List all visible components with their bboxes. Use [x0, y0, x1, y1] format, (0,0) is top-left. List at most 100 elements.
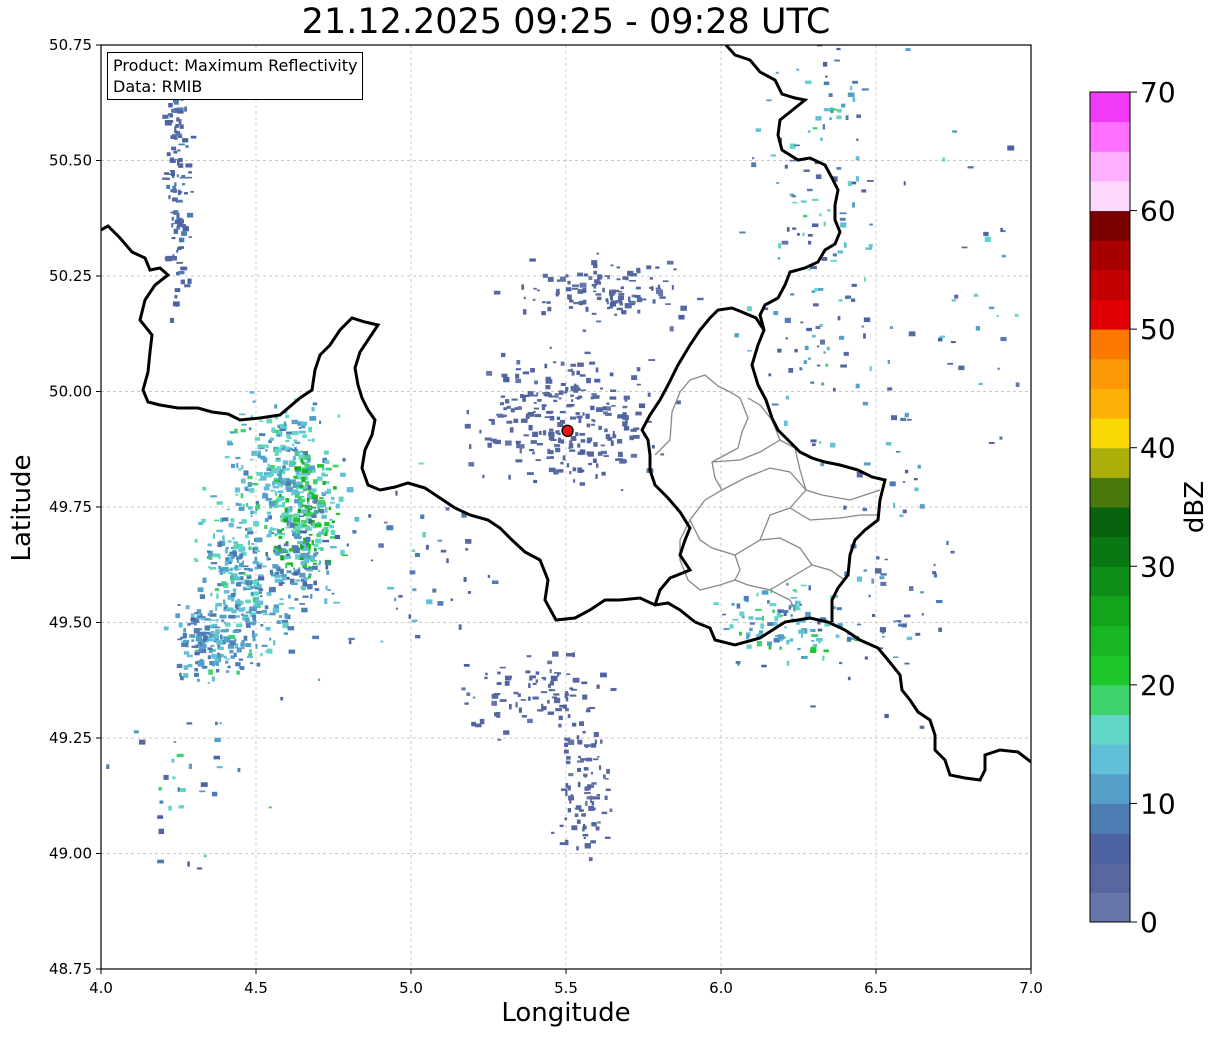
- echo-pixel: [607, 306, 611, 310]
- echo-pixel: [175, 613, 180, 619]
- echo-pixel: [861, 325, 864, 328]
- echo-pixel: [863, 569, 868, 572]
- echo-pixel: [622, 421, 628, 427]
- colorbar-segment: [1090, 773, 1130, 804]
- echo-pixel: [210, 645, 215, 647]
- echo-pixel: [203, 637, 206, 643]
- echo-pixel: [333, 601, 340, 604]
- echo-pixel: [610, 264, 614, 267]
- echo-pixel: [229, 649, 234, 654]
- echo-pixel: [302, 595, 309, 598]
- echo-pixel: [800, 321, 804, 324]
- echo-pixel: [805, 80, 812, 85]
- echo-pixel: [746, 644, 752, 649]
- echo-pixel: [317, 563, 321, 566]
- echo-pixel: [785, 337, 788, 340]
- echo-pixel: [836, 167, 842, 170]
- echo-pixel: [188, 236, 192, 238]
- echo-pixel: [164, 172, 169, 175]
- echo-pixel: [232, 629, 240, 634]
- echo-pixel: [169, 170, 176, 172]
- echo-pixel: [855, 156, 860, 161]
- echo-pixel: [821, 257, 828, 261]
- echo-pixel: [305, 541, 308, 547]
- echo-pixel: [657, 284, 661, 289]
- echo-pixel: [666, 260, 674, 265]
- colorbar-segment: [1090, 625, 1130, 656]
- echo-pixel: [609, 294, 613, 301]
- echo-pixel: [593, 442, 598, 447]
- echo-pixel: [893, 502, 896, 509]
- echo-pixel: [541, 677, 547, 679]
- echo-pixel: [334, 534, 341, 540]
- echo-pixel: [262, 613, 269, 616]
- echo-pixel: [238, 607, 244, 612]
- echo-pixel: [577, 443, 581, 448]
- echo-pixel: [816, 345, 820, 348]
- echo-pixel: [278, 474, 282, 480]
- echo-pixel: [570, 299, 574, 303]
- echo-pixel: [946, 540, 949, 546]
- echo-pixel: [828, 93, 833, 97]
- echo-pixel: [293, 517, 301, 523]
- echo-pixel: [579, 282, 587, 288]
- echo-pixel: [616, 278, 621, 281]
- echo-pixel: [799, 367, 803, 371]
- echo-pixel: [280, 696, 284, 701]
- echo-pixel: [585, 306, 589, 312]
- y-tick-label: 49.50: [49, 614, 92, 632]
- echo-pixel: [583, 823, 586, 830]
- echo-pixel: [321, 514, 327, 519]
- echo-pixel: [739, 611, 745, 617]
- echo-pixel: [920, 591, 925, 594]
- radar-site-marker: [561, 424, 574, 437]
- echo-pixel: [532, 682, 537, 686]
- echo-pixel: [285, 498, 290, 503]
- echo-pixel: [551, 696, 558, 699]
- echo-pixel: [301, 476, 306, 483]
- echo-pixel: [511, 398, 518, 401]
- echo-pixel: [790, 293, 795, 296]
- echo-pixel: [659, 296, 666, 299]
- colorbar-tick-label: 70: [1140, 76, 1176, 109]
- echo-pixel: [602, 406, 608, 411]
- echo-pixel: [252, 546, 255, 551]
- echo-pixel: [185, 145, 189, 148]
- echo-pixel: [171, 146, 177, 151]
- echo-pixel: [265, 626, 271, 631]
- y-tick-label: 50.75: [49, 36, 92, 54]
- echo-pixel: [277, 490, 284, 494]
- x-axis-label: Longitude: [501, 998, 631, 1028]
- echo-pixel: [253, 591, 260, 596]
- echo-pixel: [245, 502, 249, 507]
- echo-pixel: [216, 593, 219, 599]
- echo-pixel: [250, 662, 254, 665]
- echo-pixel: [255, 537, 263, 543]
- echo-pixel: [866, 180, 874, 182]
- echo-pixel: [732, 618, 739, 621]
- echo-pixel: [812, 443, 816, 447]
- echo-pixel: [256, 662, 261, 667]
- echo-pixel: [168, 195, 171, 200]
- echo-pixel: [180, 266, 188, 271]
- echo-pixel: [233, 652, 237, 657]
- echo-pixel: [254, 600, 262, 606]
- echo-pixel: [487, 442, 492, 448]
- echo-pixel: [932, 571, 937, 575]
- echo-pixel: [235, 662, 241, 667]
- echo-pixel: [247, 506, 253, 510]
- echo-pixel: [260, 455, 266, 460]
- echo-pixel: [503, 407, 508, 411]
- echo-pixel: [178, 225, 182, 227]
- echo-pixel: [202, 486, 207, 491]
- echo-pixel: [314, 523, 322, 528]
- echo-pixel: [533, 402, 537, 404]
- echo-pixel: [329, 545, 337, 549]
- echo-pixel: [225, 557, 229, 561]
- echo-pixel: [595, 367, 599, 373]
- echo-pixel: [185, 605, 190, 610]
- echo-pixel: [760, 623, 765, 629]
- echo-pixel: [789, 159, 796, 162]
- echo-pixel: [519, 447, 522, 454]
- echo-pixel: [509, 427, 514, 433]
